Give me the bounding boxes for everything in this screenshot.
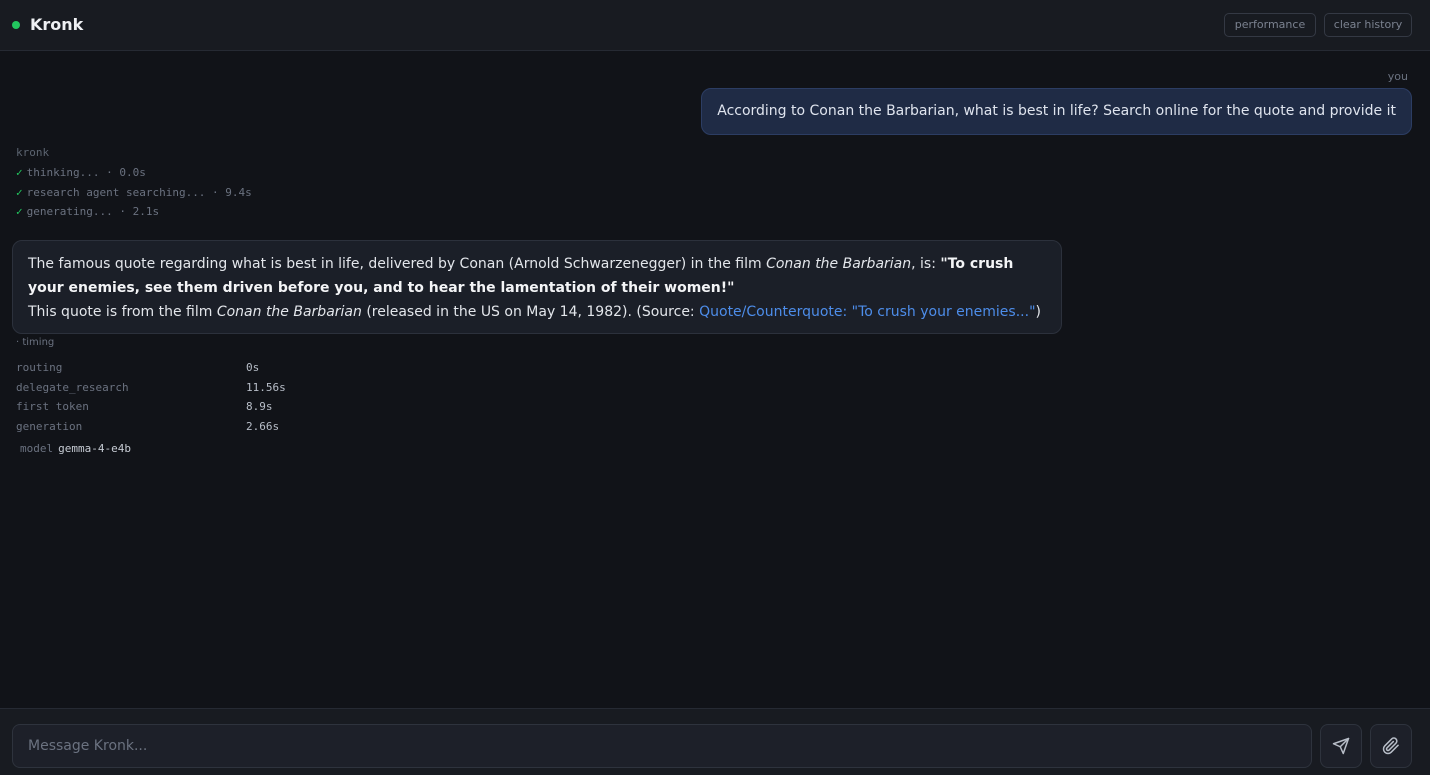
- response-text: ): [1035, 304, 1041, 320]
- response-paragraph: This quote is from the film Conan the Ba…: [28, 300, 1046, 324]
- timing-value: 2.66s: [246, 420, 280, 434]
- progress-step: ✓ thinking... · 0.0s: [16, 163, 252, 183]
- timing-key: generation: [16, 420, 83, 434]
- timing-key: delegate_research: [16, 380, 129, 394]
- send-icon: [1332, 737, 1350, 755]
- header-bar: Kronk performance clear history: [0, 0, 1430, 51]
- timing-key: routing: [16, 361, 63, 374]
- response-text: This quote is from the film: [28, 304, 217, 320]
- check-icon: ✓: [16, 166, 23, 179]
- assistant-label: kronk: [16, 146, 50, 159]
- model-value: gemma-4-e4b: [58, 442, 131, 455]
- clear-history-button[interactable]: clear history: [1324, 13, 1412, 37]
- performance-button[interactable]: performance: [1224, 13, 1316, 37]
- user-message: According to Conan the Barbarian, what i…: [701, 88, 1412, 135]
- response-text: The famous quote regarding what is best …: [28, 256, 767, 272]
- send-button[interactable]: [1320, 724, 1362, 768]
- check-icon: ✓: [16, 185, 23, 199]
- timing-key: first token: [16, 400, 89, 414]
- timing-row: first token 8.9s: [16, 397, 286, 417]
- chat-app: Kronk performance clear history you Acco…: [0, 0, 1430, 775]
- response-text: (released in the US on May 14, 1982). (S…: [361, 304, 700, 320]
- timing-value: 11.56s: [246, 380, 286, 394]
- message-input[interactable]: [12, 724, 1312, 768]
- check-icon: ✓: [16, 205, 23, 218]
- response-text: , is:: [911, 256, 941, 272]
- timing-toggle[interactable]: · timing: [16, 337, 54, 348]
- model-info: model gemma-4-e4b: [20, 441, 131, 457]
- model-key: model: [20, 442, 54, 455]
- timing-row: delegate_research 11.56s: [16, 378, 286, 398]
- composer-bar: [0, 708, 1430, 775]
- timing-value: 8.9s: [246, 400, 273, 414]
- film-title: Conan the Barbarian: [216, 304, 362, 320]
- attach-button[interactable]: [1370, 724, 1412, 768]
- timing-row: generation 2.66s: [16, 417, 286, 437]
- progress-step: ✓ research agent searching... · 9.4s: [16, 183, 252, 203]
- step-text: thinking... · 0.0s: [26, 166, 146, 179]
- status-indicator: [12, 21, 20, 29]
- paperclip-icon: [1382, 737, 1399, 755]
- response-paragraph: The famous quote regarding what is best …: [28, 252, 1046, 300]
- progress-steps: ✓ thinking... · 0.0s ✓ research agent sear…: [16, 163, 252, 222]
- step-text: generating... · 2.1s: [26, 205, 160, 218]
- film-title: Conan the Barbarian: [766, 256, 912, 272]
- timing-row: routing 0s: [16, 358, 286, 378]
- progress-step: ✓ generating... · 2.1s: [16, 202, 252, 222]
- user-label: you: [1387, 70, 1408, 83]
- assistant-message: The famous quote regarding what is best …: [12, 240, 1062, 334]
- app-title: Kronk: [30, 15, 84, 34]
- step-text: research agent searching... · 9.4s: [26, 185, 252, 199]
- timing-table: routing 0s delegate_research 11.56s first …: [16, 358, 286, 437]
- timing-value: 0s: [246, 361, 260, 374]
- source-link[interactable]: Quote/Counterquote: "To crush your enemi…: [699, 304, 1035, 320]
